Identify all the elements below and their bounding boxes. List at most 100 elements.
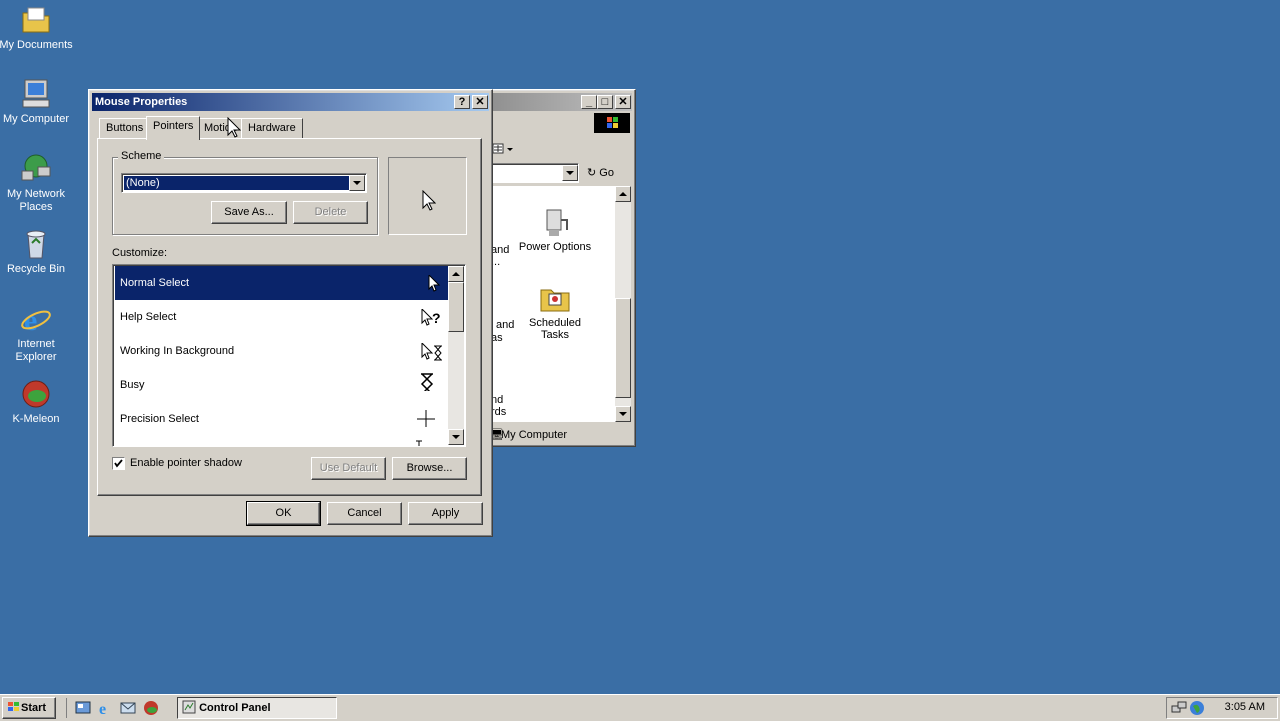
pointer-name: Working In Background — [120, 345, 235, 357]
pointer-row-partial — [115, 436, 449, 446]
desktop-icon-label: Recycle Bin — [6, 263, 66, 275]
pointer-shadow-checkbox[interactable] — [112, 457, 125, 470]
pointer-row-normal-select[interactable]: Normal Select — [115, 266, 449, 300]
network-tray-icon[interactable] — [1171, 700, 1187, 716]
windows-flag-icon — [8, 702, 19, 711]
chevron-down-icon — [566, 171, 574, 175]
computer-icon — [20, 78, 52, 110]
cp-item-power-options[interactable]: Power Options — [515, 206, 595, 253]
scroll-down-button[interactable] — [615, 406, 631, 422]
go-button[interactable]: ↻ Go — [587, 163, 627, 183]
tab-label: Buttons — [106, 122, 144, 134]
chevron-down-icon — [353, 181, 361, 185]
windows-logo-icon — [594, 113, 630, 133]
scheme-dropdown-button[interactable] — [349, 175, 365, 191]
arrow-down-icon — [452, 435, 460, 439]
pointer-shadow-label[interactable]: Enable pointer shadow — [130, 457, 242, 469]
cp-item-label: Power Options — [518, 241, 592, 253]
arrow-up-icon — [619, 192, 627, 196]
help-cursor-icon: ? — [421, 309, 441, 326]
question-icon: ? — [458, 96, 466, 108]
list-vertical-scrollbar[interactable] — [448, 266, 464, 445]
task-label: Control Panel — [199, 702, 271, 714]
delete-label: Delete — [314, 206, 347, 218]
dialog-titlebar[interactable]: Mouse Properties ? ✕ — [92, 93, 489, 111]
maximize-button[interactable]: □ — [597, 95, 613, 109]
cancel-button[interactable]: Cancel — [327, 502, 402, 525]
desktop-icon-recycle-bin[interactable]: Recycle Bin — [0, 228, 74, 276]
content-vertical-scrollbar[interactable] — [615, 186, 631, 422]
delete-button[interactable]: Delete — [293, 201, 368, 224]
apply-label: Apply — [431, 507, 460, 519]
desktop-icon-internet-explorer[interactable]: e Internet Explorer — [0, 303, 74, 364]
use-default-button[interactable]: Use Default — [311, 457, 386, 480]
scheme-select[interactable]: (None) — [121, 173, 367, 193]
cancel-label: Cancel — [347, 507, 382, 519]
ok-button[interactable]: OK — [246, 501, 321, 526]
pointer-name: Precision Select — [120, 413, 199, 425]
scroll-down-button[interactable] — [448, 429, 464, 445]
network-places-icon — [20, 153, 52, 185]
recycle-bin-icon — [20, 228, 52, 260]
internet-explorer-icon[interactable]: e — [97, 700, 113, 716]
taskbar-button-control-panel[interactable]: Control Panel — [177, 697, 337, 719]
pointer-name: Normal Select — [120, 277, 190, 289]
tab-buttons[interactable]: Buttons — [99, 118, 151, 138]
power-options-icon — [546, 209, 568, 236]
address-input[interactable] — [491, 163, 579, 183]
pointer-row-busy[interactable]: Busy — [115, 368, 449, 402]
scroll-thumb[interactable] — [615, 298, 631, 398]
apply-button[interactable]: Apply — [408, 502, 483, 525]
taskbar: Start e Control Panel 3:05 AM — [0, 694, 1280, 721]
globe-tray-icon[interactable] — [1189, 700, 1205, 716]
pointer-row-precision-select[interactable]: Precision Select — [115, 402, 449, 436]
start-button[interactable]: Start — [2, 697, 56, 719]
scroll-thumb[interactable] — [448, 282, 464, 332]
quick-launch: e — [66, 698, 167, 718]
address-dropdown-button[interactable] — [562, 165, 578, 181]
views-button[interactable] — [491, 140, 517, 158]
desktop-icon-my-documents[interactable]: My Documents — [0, 4, 74, 52]
partial-item-text: and — [491, 244, 510, 256]
scheme-group-label: Scheme — [118, 150, 165, 162]
k-meleon-icon — [20, 378, 52, 410]
save-as-button[interactable]: Save As... — [211, 201, 287, 224]
svg-text:e: e — [99, 701, 106, 716]
pointer-row-working-in-background[interactable]: Working In Background — [115, 334, 449, 368]
minimize-button[interactable]: _ — [581, 95, 597, 109]
close-button[interactable]: ✕ — [472, 95, 488, 109]
desktop-icon-label: Internet Explorer — [15, 338, 57, 363]
k-meleon-icon[interactable] — [143, 700, 159, 716]
scheme-select-value: (None) — [123, 175, 351, 191]
close-button[interactable]: ✕ — [615, 95, 631, 109]
cp-item-scheduled-tasks[interactable]: Scheduled Tasks — [515, 282, 595, 341]
status-text: My Computer — [501, 429, 568, 441]
arrow-cursor-icon — [428, 275, 441, 292]
pointer-name: Help Select — [120, 311, 177, 323]
desktop-icon-my-network-places[interactable]: My Network Places — [0, 153, 74, 214]
desktop-icon-label: My Network Places — [6, 188, 66, 213]
pointer-list[interactable]: Normal Select Help Select ? Working In B… — [112, 264, 466, 447]
partial-item-text: rds — [491, 406, 507, 418]
show-desktop-icon[interactable] — [75, 700, 91, 716]
outlook-express-icon[interactable] — [120, 700, 136, 716]
mouse-cursor-icon — [227, 117, 241, 138]
desktop-icon-k-meleon[interactable]: K-Meleon — [0, 378, 74, 426]
tab-hardware[interactable]: Hardware — [241, 118, 303, 138]
save-as-label: Save As... — [224, 206, 274, 218]
browse-button[interactable]: Browse... — [392, 457, 467, 480]
desktop-icon-label: K-Meleon — [12, 413, 60, 425]
pointer-row-help-select[interactable]: Help Select ? — [115, 300, 449, 334]
arrow-down-icon — [619, 412, 627, 416]
clock[interactable]: 3:05 AM — [1225, 701, 1265, 713]
customize-label: Customize: — [112, 247, 168, 259]
desktop-icon-label: My Computer — [2, 113, 70, 125]
tab-pointers[interactable]: Pointers — [146, 116, 201, 140]
desktop-icon-my-computer[interactable]: My Computer — [0, 78, 74, 126]
help-button[interactable]: ? — [454, 95, 470, 109]
pointer-preview — [388, 157, 467, 235]
scroll-up-button[interactable] — [448, 266, 464, 282]
scheduled-tasks-icon — [540, 289, 570, 312]
go-label: Go — [599, 167, 614, 179]
scroll-up-button[interactable] — [615, 186, 631, 202]
